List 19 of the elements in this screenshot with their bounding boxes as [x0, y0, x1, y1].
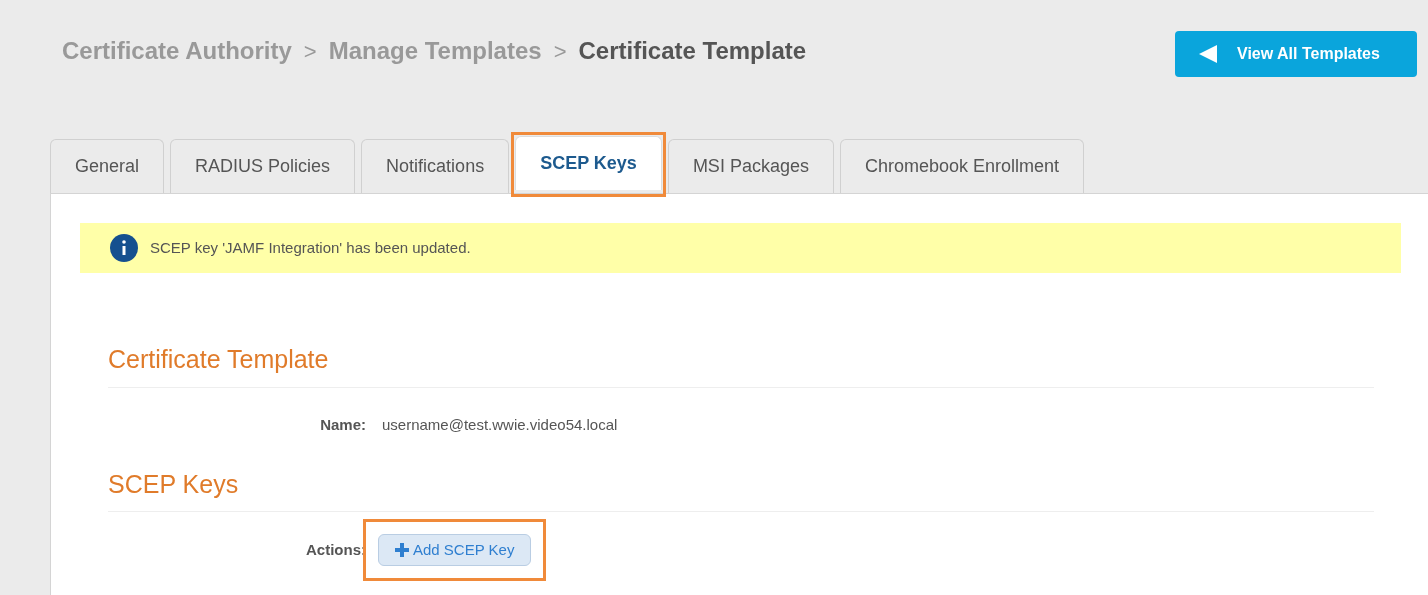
alert-message: SCEP key 'JAMF Integration' has been updated.: [150, 237, 471, 258]
section-heading: SCEP Keys: [108, 469, 239, 498]
page-title: Certificate Template: [578, 36, 807, 66]
left-triangle-icon: [1199, 45, 1217, 63]
breadcrumb-separator: >: [553, 37, 567, 66]
breadcrumb-separator: >: [303, 37, 317, 66]
info-icon: [110, 234, 138, 262]
tab[interactable]: RADIUS Policies: [170, 139, 356, 193]
field-label: Name:: [319, 415, 367, 436]
field-label: Actions:: [305, 539, 367, 560]
section-heading: Certificate Template: [108, 345, 329, 373]
plus-icon: [395, 543, 409, 557]
tab[interactable]: SCEP Keys: [515, 136, 662, 190]
tab[interactable]: Notifications: [361, 139, 510, 193]
field-value: username@test.wwie.video54.local: [381, 415, 618, 436]
tab[interactable]: General: [50, 139, 165, 193]
tab[interactable]: Chromebook Enrollment: [839, 139, 1085, 193]
add-scep-key-button[interactable]: Add SCEP Key: [378, 534, 532, 566]
tab[interactable]: MSI Packages: [667, 139, 834, 193]
